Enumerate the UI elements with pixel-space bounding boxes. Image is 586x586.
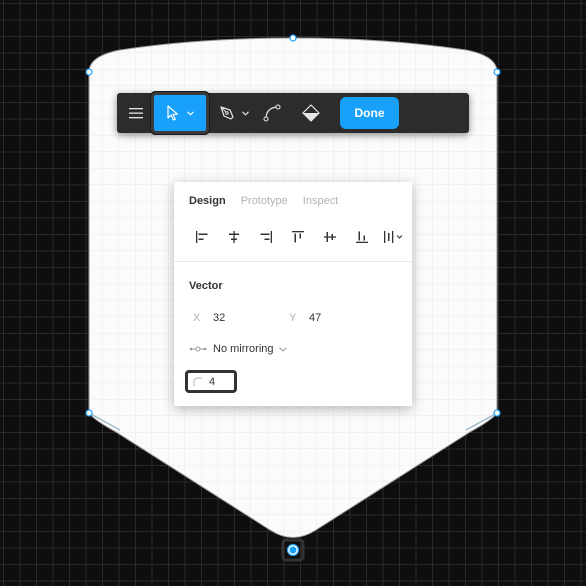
corner-radius-field[interactable]: 4 — [185, 370, 237, 393]
chevron-down-icon — [187, 110, 194, 116]
pen-tool-button[interactable] — [214, 93, 252, 133]
pen-icon — [219, 106, 234, 120]
bend-curve-icon — [263, 104, 281, 122]
tab-inspect[interactable]: Inspect — [303, 195, 338, 207]
vector-point[interactable] — [493, 68, 501, 76]
align-vertical-center-button[interactable] — [314, 226, 346, 248]
y-label: Y — [289, 312, 297, 324]
distribute-button[interactable] — [378, 226, 410, 248]
align-top-button[interactable] — [282, 226, 314, 248]
cursor-arrow-icon — [167, 105, 179, 121]
corner-radius-value: 4 — [209, 375, 216, 388]
panel-tabs: Design Prototype Inspect — [189, 195, 338, 207]
mirroring-label: No mirroring — [213, 343, 274, 355]
alignment-row — [186, 226, 410, 248]
hamburger-menu-icon — [129, 108, 143, 119]
align-bottom-icon — [356, 231, 368, 243]
vector-point[interactable] — [85, 409, 93, 417]
align-top-icon — [292, 231, 304, 243]
paint-bucket-icon — [302, 104, 320, 122]
menu-button[interactable] — [123, 93, 149, 133]
bend-tool-button[interactable] — [258, 93, 286, 133]
tab-prototype[interactable]: Prototype — [241, 195, 288, 207]
corner-radius-icon — [193, 377, 202, 386]
properties-panel: Design Prototype Inspect Vector X 32 Y 4… — [174, 182, 412, 406]
mirroring-dropdown[interactable]: No mirroring — [189, 343, 287, 355]
paint-bucket-button[interactable] — [297, 93, 325, 133]
x-label: X — [193, 312, 201, 324]
chevron-down-icon — [241, 110, 249, 116]
x-field[interactable]: 32 — [213, 312, 225, 324]
chevron-down-icon — [278, 346, 287, 352]
distribute-icon — [384, 231, 403, 243]
vector-point[interactable] — [493, 409, 501, 417]
vector-edit-toolbar: Done — [117, 92, 469, 134]
align-right-button[interactable] — [250, 226, 282, 248]
align-left-icon — [196, 231, 208, 243]
align-bottom-button[interactable] — [346, 226, 378, 248]
mirroring-icon — [189, 346, 207, 352]
section-title-vector: Vector — [189, 280, 223, 292]
align-horizontal-center-icon — [229, 231, 239, 243]
align-horizontal-center-button[interactable] — [218, 226, 250, 248]
align-left-button[interactable] — [186, 226, 218, 248]
y-field[interactable]: 47 — [309, 312, 321, 324]
vector-point[interactable] — [289, 34, 297, 42]
align-vertical-center-icon — [324, 232, 336, 242]
selected-point-fill — [289, 546, 297, 554]
panel-divider — [174, 261, 412, 262]
done-button[interactable]: Done — [340, 97, 399, 129]
select-tool-button[interactable] — [151, 92, 209, 134]
vector-point[interactable] — [85, 68, 93, 76]
tab-design[interactable]: Design — [189, 195, 226, 207]
align-right-icon — [260, 231, 272, 243]
